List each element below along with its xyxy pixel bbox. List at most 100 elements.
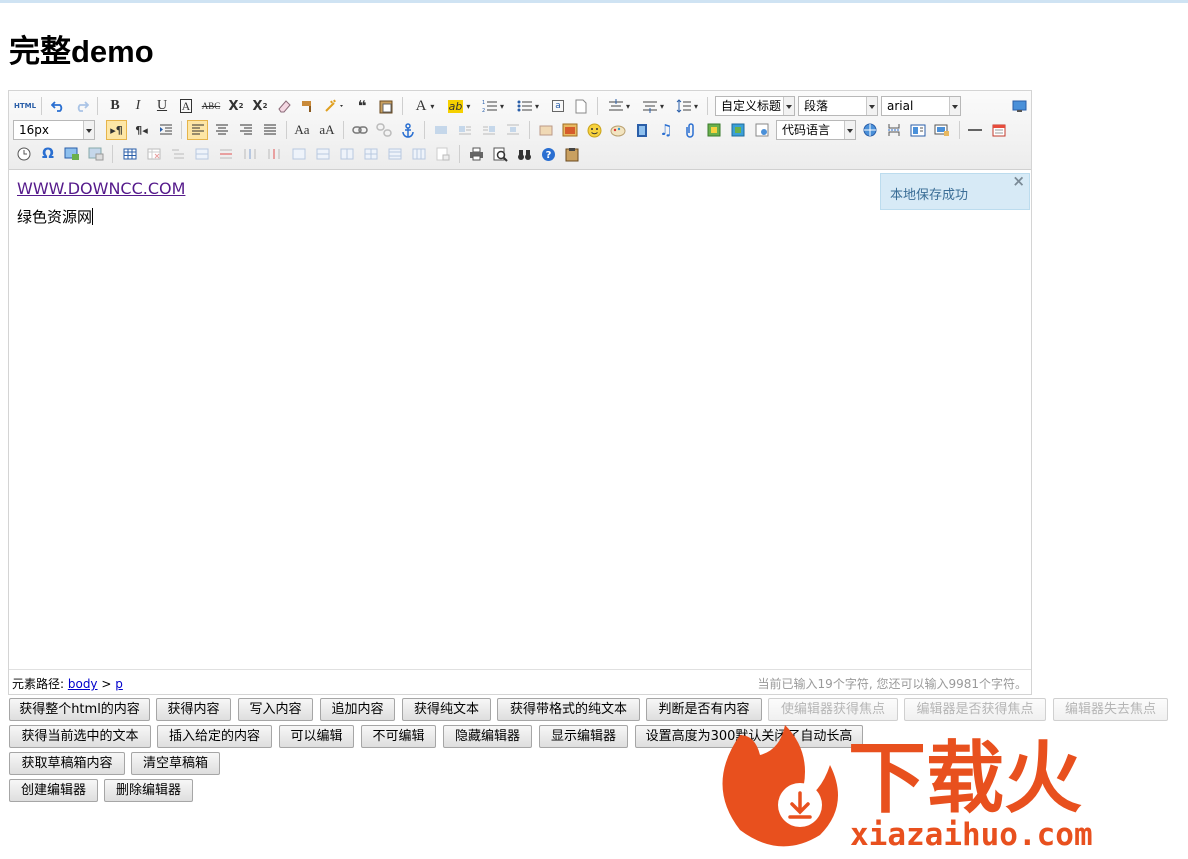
merge-down-icon[interactable]: [337, 144, 357, 164]
append-content-button[interactable]: 追加内容: [320, 698, 395, 721]
subscript-icon[interactable]: X2: [250, 96, 270, 116]
bold-icon[interactable]: B: [106, 96, 124, 116]
get-plain-text-button[interactable]: 获得纯文本: [402, 698, 491, 721]
map-icon[interactable]: [728, 120, 748, 140]
close-icon[interactable]: ×: [1012, 172, 1025, 190]
link-icon[interactable]: [350, 120, 370, 140]
set-content-button[interactable]: 写入内容: [238, 698, 313, 721]
merge-cells-icon[interactable]: [289, 144, 309, 164]
unlink-icon[interactable]: [374, 120, 394, 140]
content-link[interactable]: WWW.DOWNCC.COM: [17, 179, 185, 198]
merge-right-icon[interactable]: [313, 144, 333, 164]
auto-typeset-icon[interactable]: [322, 96, 348, 116]
highlight-color-icon[interactable]: ab ▾: [445, 96, 473, 116]
paragraph-select[interactable]: 段落: [798, 96, 878, 116]
insert-frame-icon[interactable]: [704, 120, 724, 140]
direction-rtl-icon[interactable]: ¶◂: [131, 120, 152, 140]
table-properties-icon[interactable]: [433, 144, 453, 164]
superscript-icon[interactable]: X2: [226, 96, 246, 116]
horizontal-rule-icon[interactable]: [965, 120, 985, 140]
insert-col-icon[interactable]: [240, 144, 260, 164]
emotion-icon[interactable]: [584, 120, 604, 140]
anchor-icon[interactable]: [398, 120, 418, 140]
split-rows-icon[interactable]: [385, 144, 405, 164]
row-spacing-top-icon[interactable]: ▾: [605, 96, 633, 116]
path-link-p[interactable]: p: [115, 677, 123, 691]
eraser-icon[interactable]: [274, 96, 294, 116]
paste-plain-icon[interactable]: [377, 96, 395, 116]
code-language-select[interactable]: 代码语言: [776, 120, 856, 140]
set-height-button[interactable]: 设置高度为300默认关闭了自动长高: [635, 725, 863, 748]
insert-row-icon[interactable]: [192, 144, 212, 164]
is-focus-button[interactable]: 编辑器是否获得焦点: [904, 698, 1046, 721]
insert-html-button[interactable]: 插入给定的内容: [157, 725, 272, 748]
row-spacing-bottom-icon[interactable]: ▾: [639, 96, 667, 116]
underline-icon[interactable]: U: [153, 96, 171, 116]
align-center-icon[interactable]: [212, 120, 232, 140]
template-icon[interactable]: [908, 120, 928, 140]
create-editor-button[interactable]: 创建编辑器: [9, 779, 98, 802]
clear-doc-icon[interactable]: [572, 96, 590, 116]
date-icon[interactable]: [989, 120, 1009, 140]
set-disabled-button[interactable]: 不可编辑: [361, 725, 436, 748]
blockquote-icon[interactable]: ❝: [353, 96, 371, 116]
set-enabled-button[interactable]: 可以编辑: [279, 725, 354, 748]
delete-table-icon[interactable]: [144, 144, 164, 164]
format-painter-icon[interactable]: [298, 96, 318, 116]
hide-editor-button[interactable]: 隐藏编辑器: [443, 725, 532, 748]
special-chars-icon[interactable]: Ω: [38, 144, 58, 164]
get-all-html-button[interactable]: 获得整个html的内容: [9, 698, 150, 721]
select-all-icon[interactable]: a: [549, 96, 567, 116]
fullscreen-icon[interactable]: [1009, 96, 1029, 116]
to-uppercase-icon[interactable]: Aa: [292, 120, 312, 140]
justify-icon[interactable]: [260, 120, 280, 140]
align-right-icon[interactable]: [236, 120, 256, 140]
get-formatted-plain-text-button[interactable]: 获得带格式的纯文本: [497, 698, 640, 721]
time-icon[interactable]: [14, 144, 34, 164]
preview-icon[interactable]: [490, 144, 510, 164]
get-selection-text-button[interactable]: 获得当前选中的文本: [9, 725, 151, 748]
blur-button[interactable]: 编辑器失去焦点: [1053, 698, 1168, 721]
help-icon[interactable]: ?: [538, 144, 558, 164]
show-editor-button[interactable]: 显示编辑器: [539, 725, 628, 748]
insert-table-icon[interactable]: [120, 144, 140, 164]
get-drafts-button[interactable]: 获取草稿箱内容: [9, 752, 125, 775]
web-image-icon[interactable]: [860, 120, 880, 140]
custom-style-select[interactable]: 自定义标题: [715, 96, 795, 116]
set-focus-button[interactable]: 使编辑器获得焦点: [768, 698, 898, 721]
delete-editor-button[interactable]: 删除编辑器: [104, 779, 193, 802]
simple-upload-icon[interactable]: [536, 120, 556, 140]
direction-ltr-icon[interactable]: ▸¶: [106, 120, 127, 140]
editor-content[interactable]: WWW.DOWNCC.COM 绿色资源网: [9, 170, 1031, 670]
has-contents-button[interactable]: 判断是否有内容: [646, 698, 762, 721]
undo-icon[interactable]: [48, 96, 68, 116]
attachment-icon[interactable]: [680, 120, 700, 140]
print-icon[interactable]: [466, 144, 486, 164]
background-icon[interactable]: [752, 120, 772, 140]
insert-paragraph-before-table-icon[interactable]: [168, 144, 188, 164]
search-replace-icon[interactable]: [86, 144, 106, 164]
split-cells-icon[interactable]: [361, 144, 381, 164]
redo-icon[interactable]: [72, 96, 92, 116]
insert-video-icon[interactable]: [632, 120, 652, 140]
image-left-icon[interactable]: [455, 120, 475, 140]
delete-col-icon[interactable]: [264, 144, 284, 164]
font-border-icon[interactable]: A: [177, 96, 195, 116]
to-lowercase-icon[interactable]: aA: [317, 120, 337, 140]
font-color-icon[interactable]: A ▾: [411, 96, 439, 116]
clear-drafts-button[interactable]: 清空草稿箱: [131, 752, 220, 775]
font-family-select[interactable]: arial: [881, 96, 961, 116]
image-none-icon[interactable]: [431, 120, 451, 140]
delete-row-icon[interactable]: [216, 144, 236, 164]
snapscreen-icon[interactable]: [932, 120, 952, 140]
insert-image-icon[interactable]: [560, 120, 580, 140]
italic-icon[interactable]: I: [129, 96, 147, 116]
content-text-line[interactable]: 绿色资源网: [17, 206, 94, 227]
scrawl-icon[interactable]: [608, 120, 628, 140]
html-source-button[interactable]: HTML: [14, 96, 36, 116]
strikethrough-icon[interactable]: ABC: [201, 96, 221, 116]
page-break-icon[interactable]: [884, 120, 904, 140]
image-center-icon[interactable]: [503, 120, 523, 140]
get-content-button[interactable]: 获得内容: [156, 698, 231, 721]
path-link-body[interactable]: body: [68, 677, 98, 691]
